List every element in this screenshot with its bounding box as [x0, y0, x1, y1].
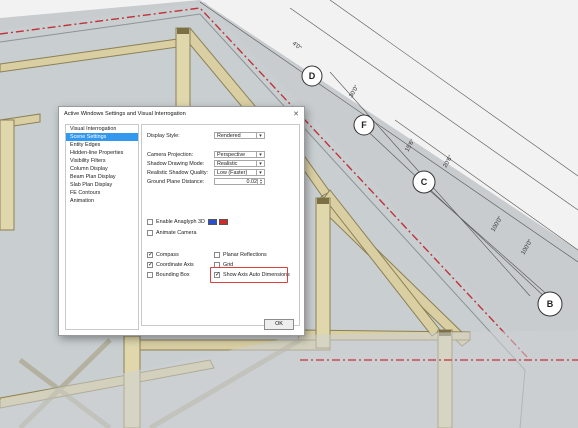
scene-settings-panel: Display Style: Rendered ▾ Camera Project… [141, 124, 300, 326]
enable-anaglyph-checkbox[interactable] [147, 219, 153, 225]
svg-text:D: D [309, 71, 316, 81]
animate-camera-label: Animate Camera [156, 230, 197, 236]
svg-text:B: B [547, 299, 554, 309]
shadow-mode-select[interactable]: Realistic ▾ [214, 160, 265, 167]
nav-item-scene-settings[interactable]: Scene Settings [66, 133, 138, 141]
anaglyph-left-color-swatch[interactable] [208, 219, 217, 225]
planar-reflections-label: Planar Reflections [223, 252, 267, 258]
nav-item-visibility-filters[interactable]: Visibility Filters [66, 157, 138, 165]
grid-bubble-b: B [537, 291, 563, 317]
coordinate-axis-label: Coordinate Axis [156, 262, 194, 268]
shadow-mode-label: Shadow Drawing Mode: [147, 161, 205, 167]
ground-plane-input[interactable]: 0.02 ▲ ▼ [214, 178, 265, 185]
settings-nav-list: Visual Interrogation Scene Settings Entity… [65, 124, 139, 330]
chevron-down-icon: ▾ [256, 152, 264, 158]
svg-text:C: C [421, 177, 428, 187]
nav-item-entity-edges[interactable]: Entity Edges [66, 141, 138, 149]
nav-item-column-display[interactable]: Column Display [66, 165, 138, 173]
compass-label: Compass [156, 252, 179, 258]
grid-bubble-f: F [353, 114, 375, 136]
bounding-box-checkbox[interactable] [147, 272, 153, 278]
ok-button[interactable]: OK [264, 319, 294, 330]
bounding-box-label: Bounding Box [156, 272, 190, 278]
dialog-title: Active Windows Settings and Visual Inter… [64, 111, 186, 117]
ground-plane-value: 0.02 [246, 179, 258, 185]
display-style-value: Rendered [217, 133, 241, 139]
anaglyph-right-color-swatch[interactable] [219, 219, 228, 225]
display-style-select[interactable]: Rendered ▾ [214, 132, 265, 139]
chevron-down-icon: ▾ [256, 133, 264, 139]
settings-dialog: Active Windows Settings and Visual Inter… [58, 106, 305, 336]
grid-bubble-c: C [412, 170, 436, 194]
close-icon[interactable]: ✕ [293, 108, 299, 122]
shadow-mode-value: Realistic [217, 161, 238, 167]
nav-item-hidden-line-properties[interactable]: Hidden-line Properties [66, 149, 138, 157]
ground-plane-label: Ground Plane Distance: [147, 179, 205, 185]
camera-projection-label: Camera Projection: [147, 152, 194, 158]
nav-item-beam-plan-display[interactable]: Beam Plan Display [66, 173, 138, 181]
shadow-quality-label: Realistic Shadow Quality: [147, 170, 209, 176]
display-style-label: Display Style: [147, 133, 180, 139]
highlight-annotation-box [210, 267, 288, 283]
nav-item-animation[interactable]: Animation [66, 197, 138, 205]
spinner-arrows-icon[interactable]: ▲ ▼ [257, 179, 264, 185]
svg-text:F: F [361, 120, 367, 130]
animate-camera-checkbox[interactable] [147, 230, 153, 236]
nav-item-visual-interrogation[interactable]: Visual Interrogation [66, 125, 138, 133]
planar-reflections-checkbox[interactable] [214, 252, 220, 258]
grid-bubble-d: D [301, 65, 323, 87]
shadow-quality-select[interactable]: Low (Faster) ▾ [214, 169, 265, 176]
chevron-down-icon: ▾ [256, 161, 264, 167]
coordinate-axis-checkbox[interactable]: ✓ [147, 262, 153, 268]
dialog-titlebar[interactable]: Active Windows Settings and Visual Inter… [59, 107, 304, 121]
nav-item-slab-plan-display[interactable]: Slab Plan Display [66, 181, 138, 189]
camera-projection-select[interactable]: Perspective ▾ [214, 151, 265, 158]
shadow-quality-value: Low (Faster) [217, 170, 248, 176]
chevron-down-icon: ▾ [256, 170, 264, 176]
camera-projection-value: Perspective [217, 152, 246, 158]
compass-checkbox[interactable]: ✓ [147, 252, 153, 258]
enable-anaglyph-label: Enable Anaglyph 3D [156, 219, 205, 225]
nav-item-fe-contours[interactable]: FE Contours [66, 189, 138, 197]
